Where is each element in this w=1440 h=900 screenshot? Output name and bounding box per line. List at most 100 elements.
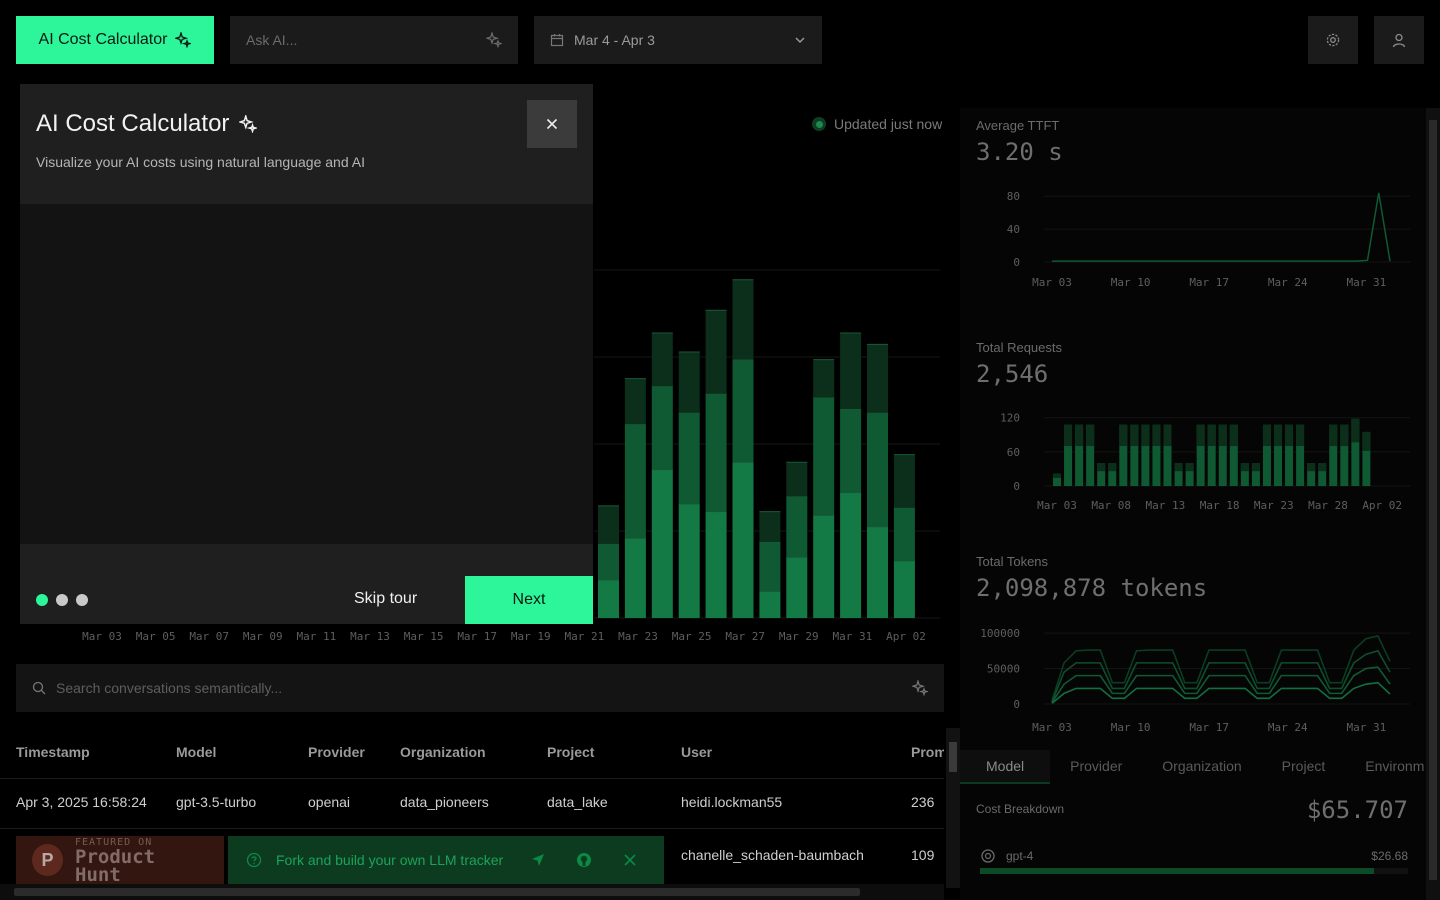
x-tick-label: Mar 21 [565,630,605,643]
fork-banner-text: Fork and build your own LLM tracker [276,852,504,868]
next-button[interactable]: Next [465,576,593,624]
model-name: gpt-4 [1006,849,1034,863]
bar-segment [1196,424,1205,447]
x-tick-label: Mar 31 [1347,276,1387,289]
semantic-search-input[interactable]: Search conversations semantically... [16,664,944,712]
bar-segment [1163,424,1172,447]
bar-segment [786,496,808,558]
openai-icon [981,849,995,863]
bar-segment [867,344,888,413]
column-header-provider[interactable]: Provider [308,744,365,760]
right-panel-scrollbar[interactable] [1426,108,1440,900]
bar-segment [598,543,619,580]
cell-prompt: 236 [911,794,935,810]
chevron-down-icon [795,37,805,44]
bar-segment [867,526,888,618]
close-banner-button[interactable] [614,854,646,866]
bar-segment [759,511,781,542]
bar-segment [1329,424,1338,447]
cell-user: chanelle_schaden-baumbach [681,847,864,863]
sparkle-icon[interactable] [486,32,502,48]
skip-tour-button[interactable]: Skip tour [354,590,417,608]
tour-step-indicator [36,594,88,606]
bar-segment [624,424,646,539]
step-dot[interactable] [76,594,88,606]
breakdown-tabs: Model Provider Organization Project Envi… [960,750,1440,784]
x-tick-label: Mar 03 [82,630,122,643]
bar-segment [1130,424,1139,447]
bar-segment [1141,424,1150,447]
step-dot[interactable] [56,594,68,606]
sparkle-icon [175,32,192,48]
bar-segment [1240,463,1249,472]
bar-segment [813,515,835,618]
bar-segment [598,580,619,618]
calc-button-label: AI Cost Calculator [38,31,168,48]
y-tick-label: 0 [1013,256,1020,269]
y-tick-label: 0 [1013,480,1020,493]
cell-organization: data_pioneers [400,794,489,810]
column-header-prompt[interactable]: Prom [911,744,944,760]
column-header-organization[interactable]: Organization [400,744,486,760]
bar-segment [1229,424,1238,447]
bar-segment [1262,424,1271,447]
cost-breakdown-label: Cost Breakdown [976,802,1065,816]
tab-provider[interactable]: Provider [1050,750,1142,784]
tab-project[interactable]: Project [1262,750,1346,784]
bar-segment [732,359,754,463]
ask-ai-input[interactable]: Ask AI... [230,16,518,64]
step-dot[interactable] [36,594,48,606]
bar-segment [1296,424,1305,447]
ttft-series-line [1052,192,1391,262]
bar-segment [678,412,700,504]
bar-segment [893,454,915,508]
bar-segment [1097,463,1106,472]
deploy-button[interactable] [522,853,554,867]
bar-segment [1351,418,1360,443]
bar-segment [786,557,808,618]
github-button[interactable] [568,852,600,868]
requests-label: Total Requests [976,340,1062,355]
y-tick-label: 80 [1007,190,1020,203]
x-tick-label: Apr 02 [886,630,926,643]
settings-button[interactable] [1308,16,1358,64]
column-header-user[interactable]: User [681,744,712,760]
x-tick-label: Mar 19 [511,630,551,643]
bar-segment [1207,424,1216,447]
modal-title-text: AI Cost Calculator [36,110,230,137]
bar-segment [893,507,915,561]
modal-subtitle: Visualize your AI costs using natural la… [36,154,365,170]
table-vertical-scrollbar[interactable] [946,728,960,888]
cell-project: data_lake [547,794,608,810]
x-tick-label: Apr 02 [1362,499,1402,512]
ai-cost-calculator-button[interactable]: AI Cost Calculator [16,16,214,64]
date-range-picker[interactable]: Mar 4 - Apr 3 [534,16,822,64]
bar-segment [813,359,835,398]
search-icon [32,681,46,695]
modal-close-button[interactable] [527,100,577,148]
product-hunt-badge[interactable]: P FEATURED ON Product Hunt [16,836,224,884]
status-dot-icon [812,117,826,131]
column-header-project[interactable]: Project [547,744,594,760]
user-button[interactable] [1374,16,1424,64]
x-tick-label: Mar 31 [833,630,873,643]
help-circle-icon [246,852,262,868]
column-header-model[interactable]: Model [176,744,216,760]
bar-segment [705,393,727,512]
tokens-value: 2,098,878 tokens [976,574,1208,602]
search-placeholder: Search conversations semantically... [56,680,283,696]
tab-organization[interactable]: Organization [1142,750,1261,784]
ph-name: Product Hunt [75,845,156,886]
column-header-timestamp[interactable]: Timestamp [16,744,90,760]
x-tick-label: Mar 27 [725,630,765,643]
tab-model[interactable]: Model [960,750,1051,784]
x-tick-label: Mar 24 [1268,721,1308,734]
tour-modal: AI Cost Calculator Visualize your AI cos… [20,84,593,624]
table-horizontal-scrollbar[interactable] [0,884,944,900]
x-tick-label: Mar 08 [1091,499,1131,512]
product-hunt-logo-icon: P [32,844,63,876]
bar-segment [678,352,700,413]
bar-segment [1218,424,1227,447]
bar-segment [1075,424,1084,447]
sparkle-icon[interactable] [912,680,928,696]
